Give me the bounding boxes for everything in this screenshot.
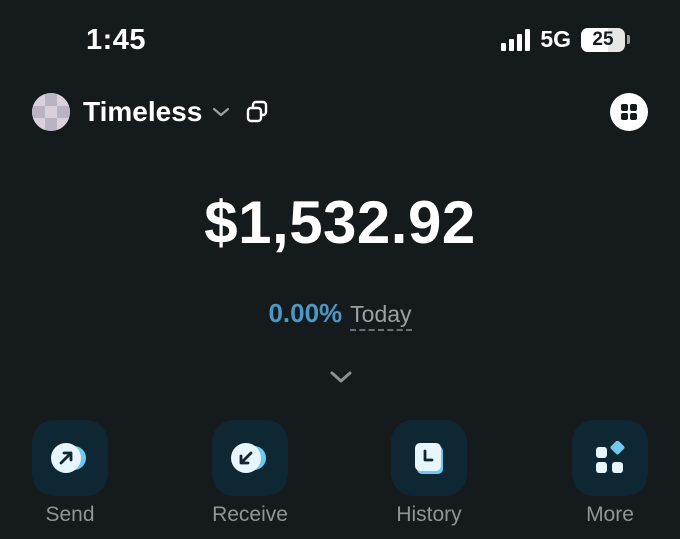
send-button[interactable] xyxy=(32,420,108,496)
copy-icon[interactable] xyxy=(244,99,270,125)
clock-document-icon xyxy=(415,443,443,474)
balance-amount: $1,532.92 xyxy=(204,189,476,256)
battery-icon: 25 xyxy=(581,27,625,52)
history-button[interactable] xyxy=(391,420,467,496)
apps-grid-icon[interactable] xyxy=(610,93,648,131)
balance-change: 0.00% Today xyxy=(0,298,680,331)
send-action[interactable]: Send xyxy=(32,420,108,526)
wallet-header: Timeless xyxy=(32,92,648,132)
signal-icon xyxy=(501,28,531,51)
more-button[interactable] xyxy=(572,420,648,496)
network-type: 5G xyxy=(540,26,571,52)
change-period[interactable]: Today xyxy=(350,301,412,331)
more-action[interactable]: More xyxy=(572,420,648,526)
status-time: 1:45 xyxy=(86,24,147,56)
expand-chevron-icon[interactable] xyxy=(328,368,354,386)
more-label: More xyxy=(586,503,634,526)
grid-more-icon xyxy=(596,441,625,473)
wallet-name[interactable]: Timeless xyxy=(83,96,202,128)
arrow-up-right-icon xyxy=(51,443,86,473)
battery-level: 25 xyxy=(592,28,614,50)
change-percent: 0.00% xyxy=(268,298,343,328)
receive-button[interactable] xyxy=(212,420,288,496)
receive-label: Receive xyxy=(212,503,288,526)
chevron-down-icon[interactable] xyxy=(212,102,232,122)
history-label: History xyxy=(396,503,462,526)
wallet-home-screen: 1:45 5G 25 Timeless $1,532.92 0.00% Toda… xyxy=(0,0,680,539)
history-action[interactable]: History xyxy=(391,420,467,526)
send-label: Send xyxy=(45,503,95,526)
avatar[interactable] xyxy=(32,93,70,131)
receive-action[interactable]: Receive xyxy=(212,420,288,526)
arrow-down-left-icon xyxy=(231,443,266,473)
status-indicators: 5G 25 xyxy=(501,26,630,53)
